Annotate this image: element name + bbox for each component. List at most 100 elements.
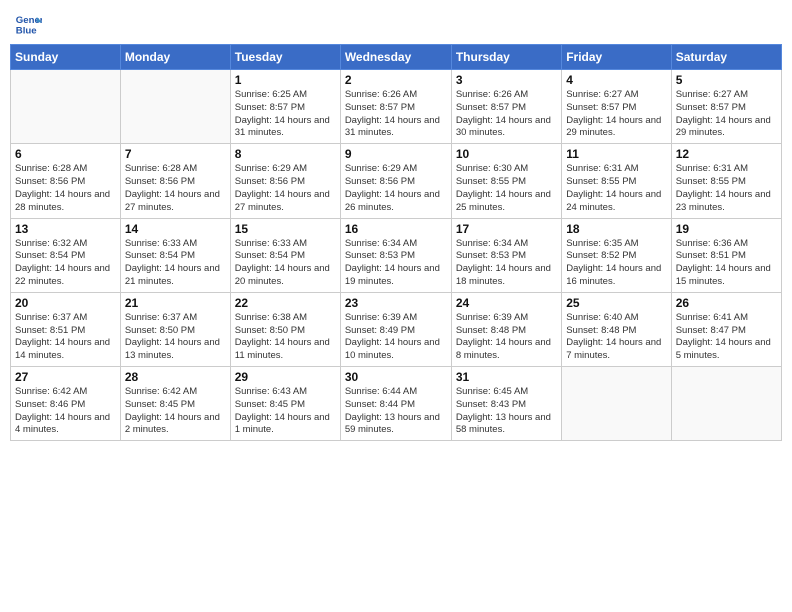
calendar-header: SundayMondayTuesdayWednesdayThursdayFrid… (11, 45, 782, 70)
day-info: Sunrise: 6:27 AM Sunset: 8:57 PM Dayligh… (566, 89, 666, 140)
day-info: Sunrise: 6:37 AM Sunset: 8:51 PM Dayligh… (15, 312, 116, 363)
day-number: 2 (345, 73, 447, 87)
day-info: Sunrise: 6:42 AM Sunset: 8:45 PM Dayligh… (125, 386, 226, 437)
day-info: Sunrise: 6:41 AM Sunset: 8:47 PM Dayligh… (676, 312, 777, 363)
day-number: 12 (676, 147, 777, 161)
day-cell: 18 Sunrise: 6:35 AM Sunset: 8:52 PM Dayli… (562, 218, 671, 292)
day-cell: 23 Sunrise: 6:39 AM Sunset: 8:49 PM Dayli… (340, 292, 451, 366)
day-info: Sunrise: 6:27 AM Sunset: 8:57 PM Dayligh… (676, 89, 777, 140)
calendar-table: SundayMondayTuesdayWednesdayThursdayFrid… (10, 44, 782, 441)
svg-text:Blue: Blue (16, 26, 37, 37)
day-info: Sunrise: 6:33 AM Sunset: 8:54 PM Dayligh… (125, 238, 226, 289)
day-cell: 9 Sunrise: 6:29 AM Sunset: 8:56 PM Daylig… (340, 144, 451, 218)
day-cell: 31Sunrise: 6:45 AM Sunset: 8:43 PM Dayli… (451, 367, 561, 441)
day-number: 1 (235, 73, 336, 87)
day-cell: 20 Sunrise: 6:37 AM Sunset: 8:51 PM Dayli… (11, 292, 121, 366)
day-cell: 10 Sunrise: 6:30 AM Sunset: 8:55 PM Dayli… (451, 144, 561, 218)
day-cell: 14 Sunrise: 6:33 AM Sunset: 8:54 PM Dayli… (120, 218, 230, 292)
day-cell: 28 Sunrise: 6:42 AM Sunset: 8:45 PM Dayli… (120, 367, 230, 441)
day-info: Sunrise: 6:28 AM Sunset: 8:56 PM Dayligh… (15, 163, 116, 214)
day-info: Sunrise: 6:35 AM Sunset: 8:52 PM Dayligh… (566, 238, 666, 289)
day-cell: 6 Sunrise: 6:28 AM Sunset: 8:56 PM Daylig… (11, 144, 121, 218)
day-cell: 26 Sunrise: 6:41 AM Sunset: 8:47 PM Dayli… (671, 292, 781, 366)
day-info: Sunrise: 6:30 AM Sunset: 8:55 PM Dayligh… (456, 163, 557, 214)
day-info: Sunrise: 6:31 AM Sunset: 8:55 PM Dayligh… (676, 163, 777, 214)
day-number: 16 (345, 222, 447, 236)
day-cell: 17 Sunrise: 6:34 AM Sunset: 8:53 PM Dayli… (451, 218, 561, 292)
day-cell: 16 Sunrise: 6:34 AM Sunset: 8:53 PM Dayli… (340, 218, 451, 292)
day-number: 18 (566, 222, 666, 236)
day-cell: 19Sunrise: 6:36 AM Sunset: 8:51 PM Dayli… (671, 218, 781, 292)
day-cell: 21 Sunrise: 6:37 AM Sunset: 8:50 PM Dayli… (120, 292, 230, 366)
day-number: 30 (345, 370, 447, 384)
day-info: Sunrise: 6:29 AM Sunset: 8:56 PM Dayligh… (345, 163, 447, 214)
logo-icon: General Blue (14, 10, 42, 38)
day-cell: 22Sunrise: 6:38 AM Sunset: 8:50 PM Dayli… (230, 292, 340, 366)
day-info: Sunrise: 6:37 AM Sunset: 8:50 PM Dayligh… (125, 312, 226, 363)
week-row-4: 27 Sunrise: 6:42 AM Sunset: 8:46 PM Dayli… (11, 367, 782, 441)
header-cell-monday: Monday (120, 45, 230, 70)
day-number: 28 (125, 370, 226, 384)
day-info: Sunrise: 6:32 AM Sunset: 8:54 PM Dayligh… (15, 238, 116, 289)
day-cell: 12 Sunrise: 6:31 AM Sunset: 8:55 PM Dayli… (671, 144, 781, 218)
week-row-2: 13 Sunrise: 6:32 AM Sunset: 8:54 PM Dayli… (11, 218, 782, 292)
day-number: 15 (235, 222, 336, 236)
header-cell-friday: Friday (562, 45, 671, 70)
day-number: 21 (125, 296, 226, 310)
day-info: Sunrise: 6:29 AM Sunset: 8:56 PM Dayligh… (235, 163, 336, 214)
day-info: Sunrise: 6:38 AM Sunset: 8:50 PM Dayligh… (235, 312, 336, 363)
day-info: Sunrise: 6:39 AM Sunset: 8:48 PM Dayligh… (456, 312, 557, 363)
calendar-body: 1 Sunrise: 6:25 AM Sunset: 8:57 PM Daylig… (11, 70, 782, 441)
day-info: Sunrise: 6:25 AM Sunset: 8:57 PM Dayligh… (235, 89, 336, 140)
week-row-0: 1 Sunrise: 6:25 AM Sunset: 8:57 PM Daylig… (11, 70, 782, 144)
day-number: 7 (125, 147, 226, 161)
day-info: Sunrise: 6:39 AM Sunset: 8:49 PM Dayligh… (345, 312, 447, 363)
day-number: 29 (235, 370, 336, 384)
day-info: Sunrise: 6:43 AM Sunset: 8:45 PM Dayligh… (235, 386, 336, 437)
day-number: 19 (676, 222, 777, 236)
day-info: Sunrise: 6:34 AM Sunset: 8:53 PM Dayligh… (456, 238, 557, 289)
header-row: SundayMondayTuesdayWednesdayThursdayFrid… (11, 45, 782, 70)
header-cell-sunday: Sunday (11, 45, 121, 70)
day-cell: 5 Sunrise: 6:27 AM Sunset: 8:57 PM Daylig… (671, 70, 781, 144)
day-cell: 27 Sunrise: 6:42 AM Sunset: 8:46 PM Dayli… (11, 367, 121, 441)
day-number: 23 (345, 296, 447, 310)
day-number: 6 (15, 147, 116, 161)
header-cell-wednesday: Wednesday (340, 45, 451, 70)
day-cell (562, 367, 671, 441)
day-info: Sunrise: 6:34 AM Sunset: 8:53 PM Dayligh… (345, 238, 447, 289)
week-row-3: 20 Sunrise: 6:37 AM Sunset: 8:51 PM Dayli… (11, 292, 782, 366)
day-number: 5 (676, 73, 777, 87)
day-cell: 7 Sunrise: 6:28 AM Sunset: 8:56 PM Daylig… (120, 144, 230, 218)
day-number: 27 (15, 370, 116, 384)
day-number: 10 (456, 147, 557, 161)
day-number: 17 (456, 222, 557, 236)
day-cell: 15Sunrise: 6:33 AM Sunset: 8:54 PM Dayli… (230, 218, 340, 292)
day-cell: 25Sunrise: 6:40 AM Sunset: 8:48 PM Dayli… (562, 292, 671, 366)
day-cell: 13 Sunrise: 6:32 AM Sunset: 8:54 PM Dayli… (11, 218, 121, 292)
day-info: Sunrise: 6:26 AM Sunset: 8:57 PM Dayligh… (345, 89, 447, 140)
day-number: 9 (345, 147, 447, 161)
day-number: 20 (15, 296, 116, 310)
day-cell: 1 Sunrise: 6:25 AM Sunset: 8:57 PM Daylig… (230, 70, 340, 144)
day-number: 13 (15, 222, 116, 236)
day-info: Sunrise: 6:42 AM Sunset: 8:46 PM Dayligh… (15, 386, 116, 437)
week-row-1: 6 Sunrise: 6:28 AM Sunset: 8:56 PM Daylig… (11, 144, 782, 218)
day-number: 8 (235, 147, 336, 161)
day-cell: 2 Sunrise: 6:26 AM Sunset: 8:57 PM Daylig… (340, 70, 451, 144)
day-info: Sunrise: 6:26 AM Sunset: 8:57 PM Dayligh… (456, 89, 557, 140)
logo: General Blue (14, 10, 42, 38)
day-info: Sunrise: 6:44 AM Sunset: 8:44 PM Dayligh… (345, 386, 447, 437)
day-info: Sunrise: 6:40 AM Sunset: 8:48 PM Dayligh… (566, 312, 666, 363)
day-cell: 3 Sunrise: 6:26 AM Sunset: 8:57 PM Daylig… (451, 70, 561, 144)
page-header: General Blue (10, 10, 782, 38)
day-cell: 30 Sunrise: 6:44 AM Sunset: 8:44 PM Dayli… (340, 367, 451, 441)
day-number: 26 (676, 296, 777, 310)
day-info: Sunrise: 6:45 AM Sunset: 8:43 PM Dayligh… (456, 386, 557, 437)
day-number: 14 (125, 222, 226, 236)
header-cell-thursday: Thursday (451, 45, 561, 70)
day-number: 24 (456, 296, 557, 310)
day-info: Sunrise: 6:28 AM Sunset: 8:56 PM Dayligh… (125, 163, 226, 214)
day-cell: 11Sunrise: 6:31 AM Sunset: 8:55 PM Dayli… (562, 144, 671, 218)
day-number: 3 (456, 73, 557, 87)
